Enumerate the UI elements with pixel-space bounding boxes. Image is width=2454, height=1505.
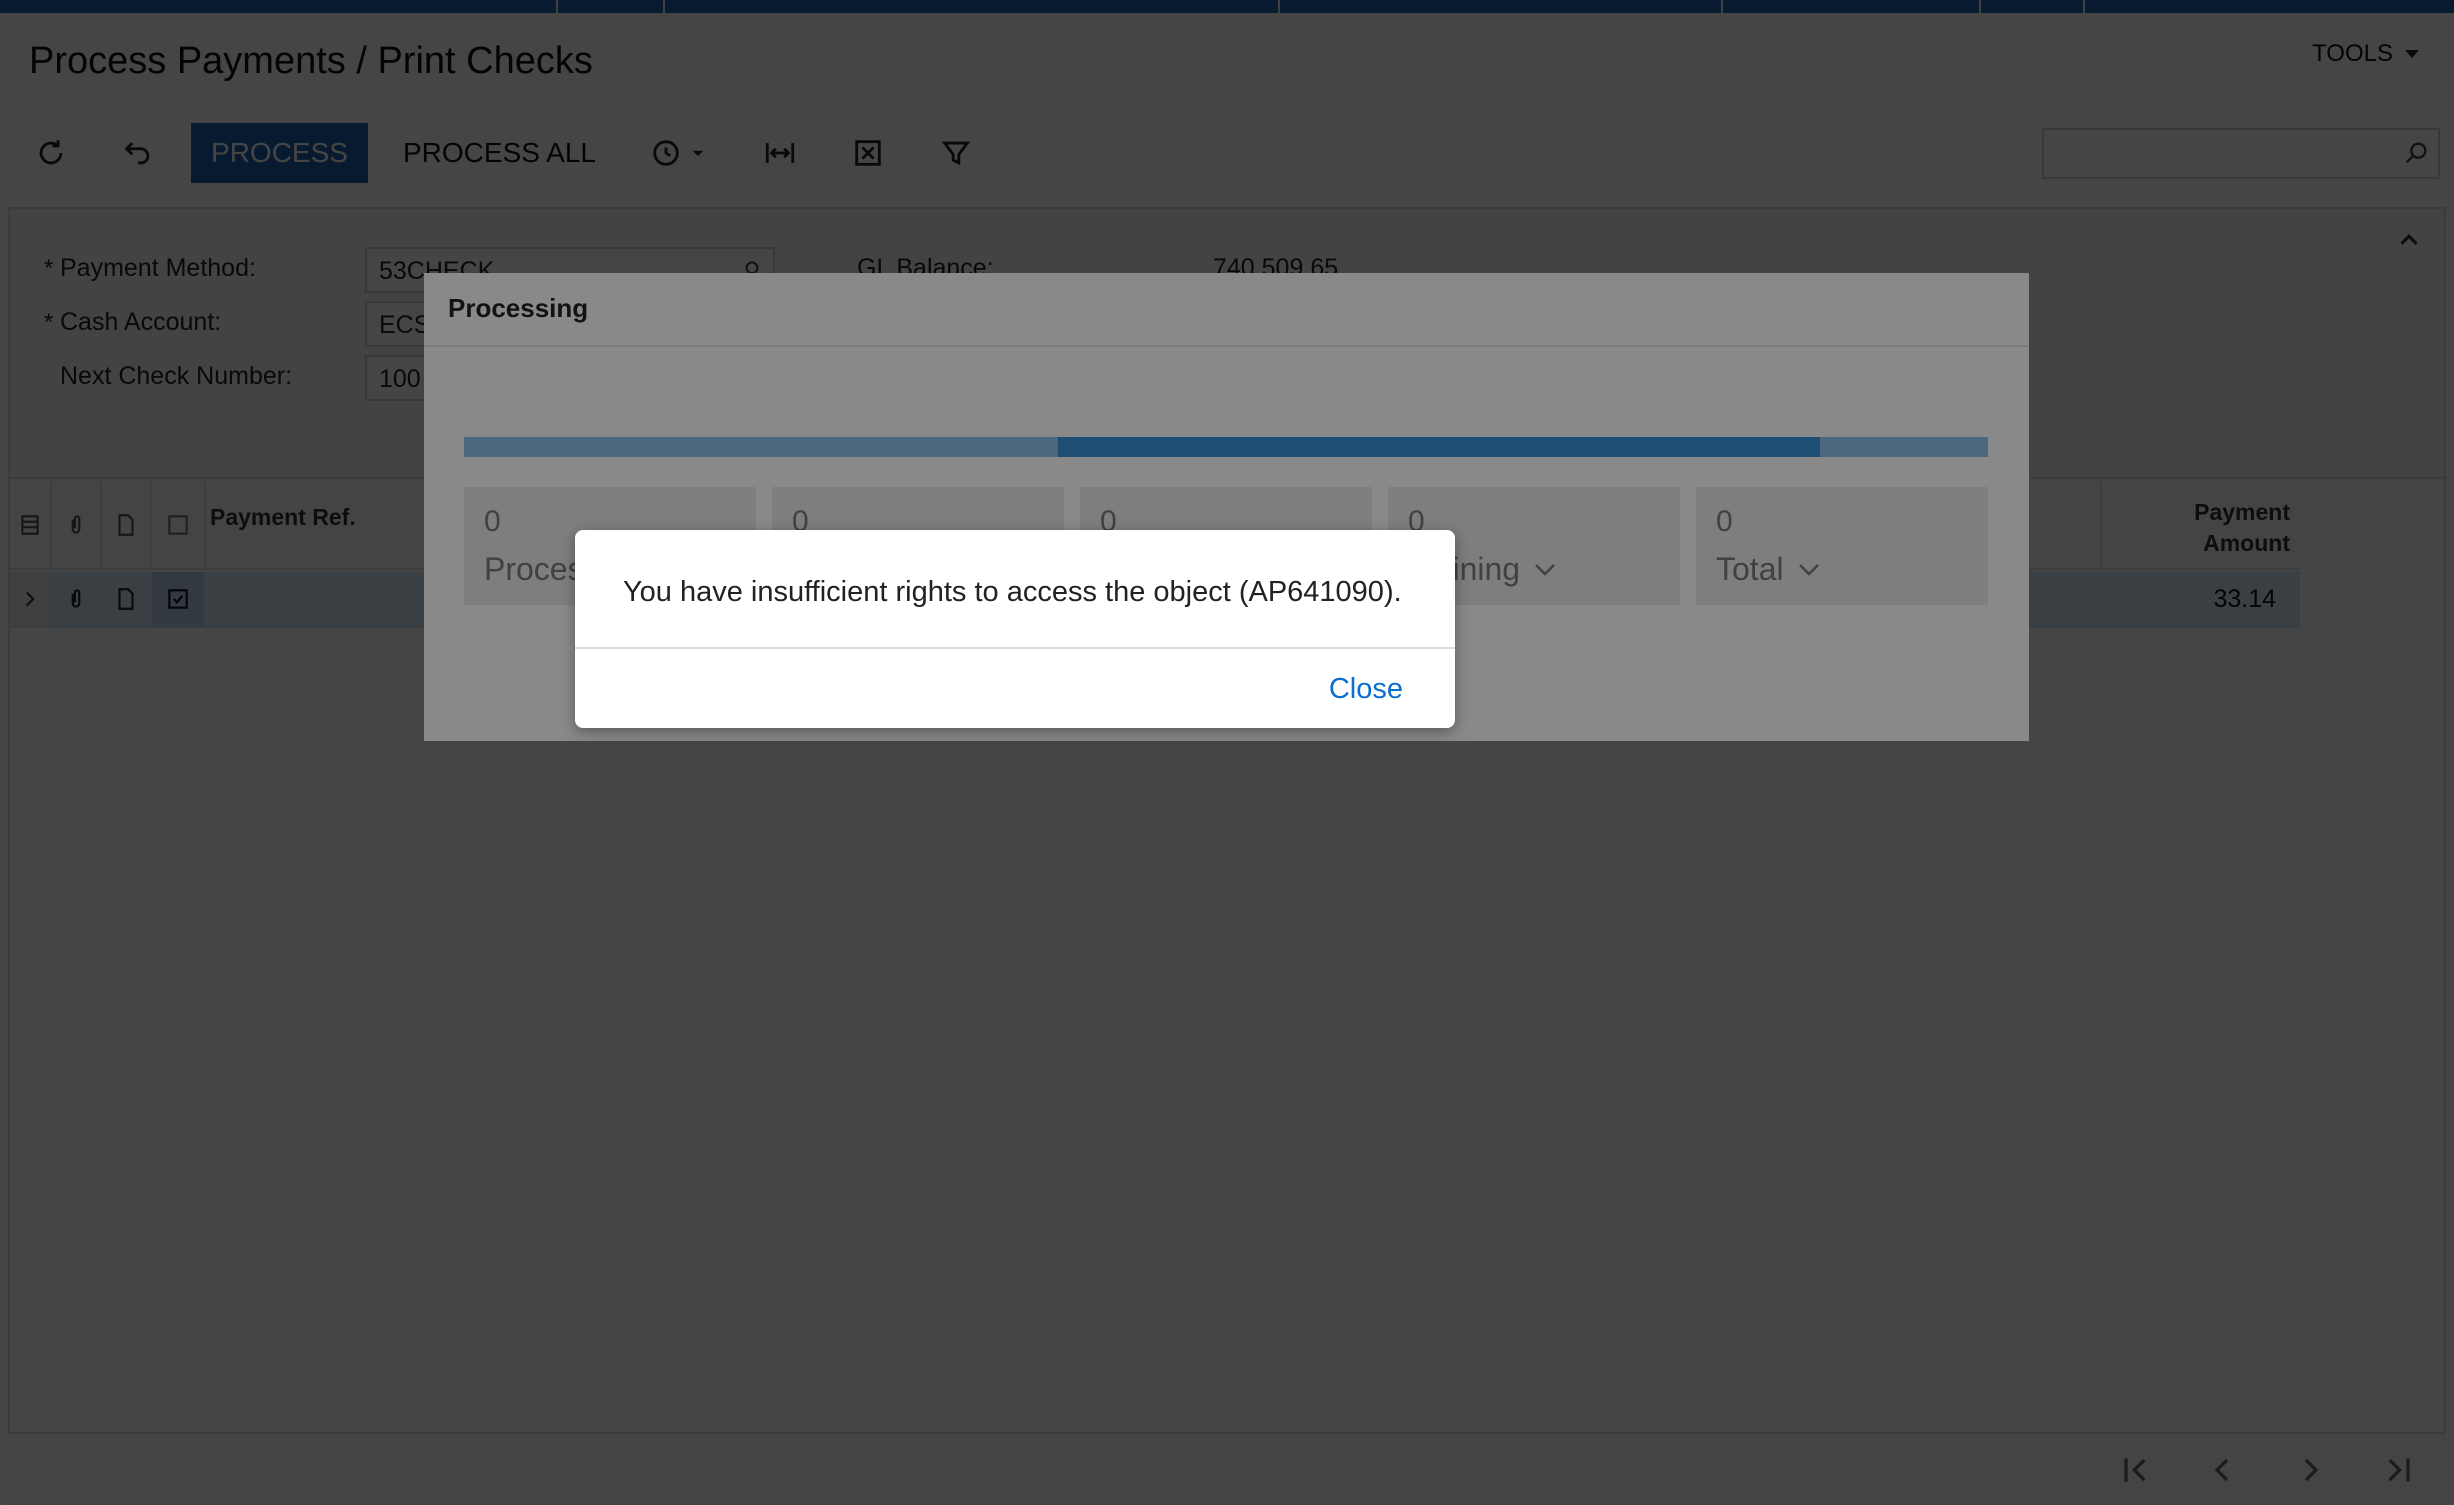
alert-backdrop [0,0,2454,1505]
close-button[interactable]: Close [1329,673,1403,706]
alert-divider [575,647,1455,649]
alert-message: You have insufficient rights to access t… [623,576,1402,608]
error-alert-dialog: You have insufficient rights to access t… [575,530,1455,728]
